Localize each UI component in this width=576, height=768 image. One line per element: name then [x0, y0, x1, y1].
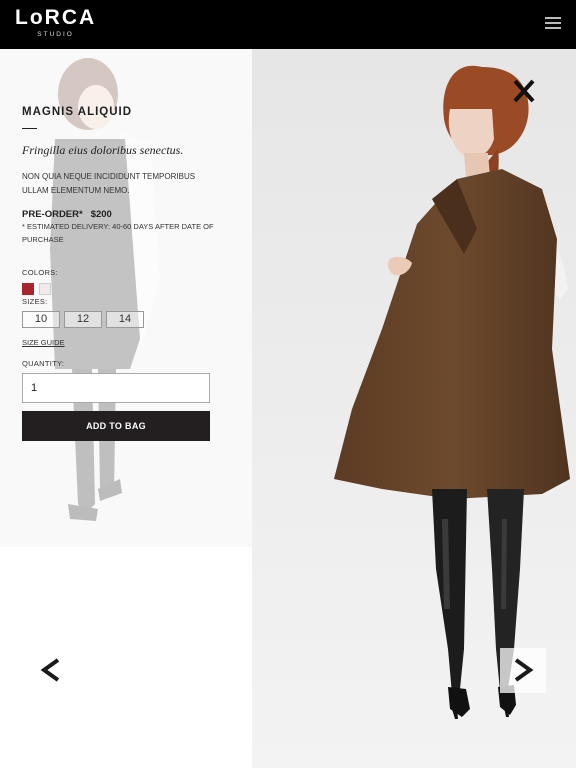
size-option-12[interactable]: 12: [64, 311, 102, 328]
hamburger-menu-icon[interactable]: [545, 17, 561, 30]
quantity-label: QUANTITY:: [22, 359, 65, 368]
color-swatch-red[interactable]: [22, 283, 34, 295]
preorder-price: PRE-ORDER* $200: [22, 209, 112, 220]
color-swatch-white[interactable]: [39, 283, 51, 295]
add-to-bag-button[interactable]: ADD TO BAG: [22, 411, 210, 441]
chevron-left-icon[interactable]: [38, 656, 64, 684]
product-title: MAGNIS ALIQUID: [22, 106, 133, 118]
logo-wordmark: LoRCA: [15, 6, 97, 29]
preorder-label: PRE-ORDER*: [22, 209, 83, 220]
chevron-right-icon: [514, 658, 534, 682]
size-option-10[interactable]: 10: [22, 311, 60, 328]
product-price: $200: [90, 209, 112, 220]
logo-subtitle: STUDIO: [37, 31, 74, 38]
site-header: LoRCA STUDIO: [0, 0, 576, 49]
colors-label: COLORS:: [22, 268, 58, 277]
sizes-label: SIZES:: [22, 297, 48, 306]
title-divider: [22, 128, 37, 129]
size-guide-link[interactable]: SIZE GUIDE: [22, 338, 65, 347]
brand-logo[interactable]: LoRCA STUDIO: [15, 7, 96, 39]
quantity-input[interactable]: [22, 373, 210, 403]
product-subtitle: Fringilla eius doloribus senectus.: [22, 143, 184, 157]
next-image-button[interactable]: [500, 648, 546, 693]
size-option-14[interactable]: 14: [106, 311, 144, 328]
close-icon[interactable]: [512, 78, 536, 104]
product-description: NON QUIA NEQUE INCIDIDUNT TEMPORIBUS ULL…: [22, 172, 196, 195]
delivery-note: * ESTIMATED DELIVERY: 40-60 DAYS AFTER D…: [22, 222, 214, 244]
